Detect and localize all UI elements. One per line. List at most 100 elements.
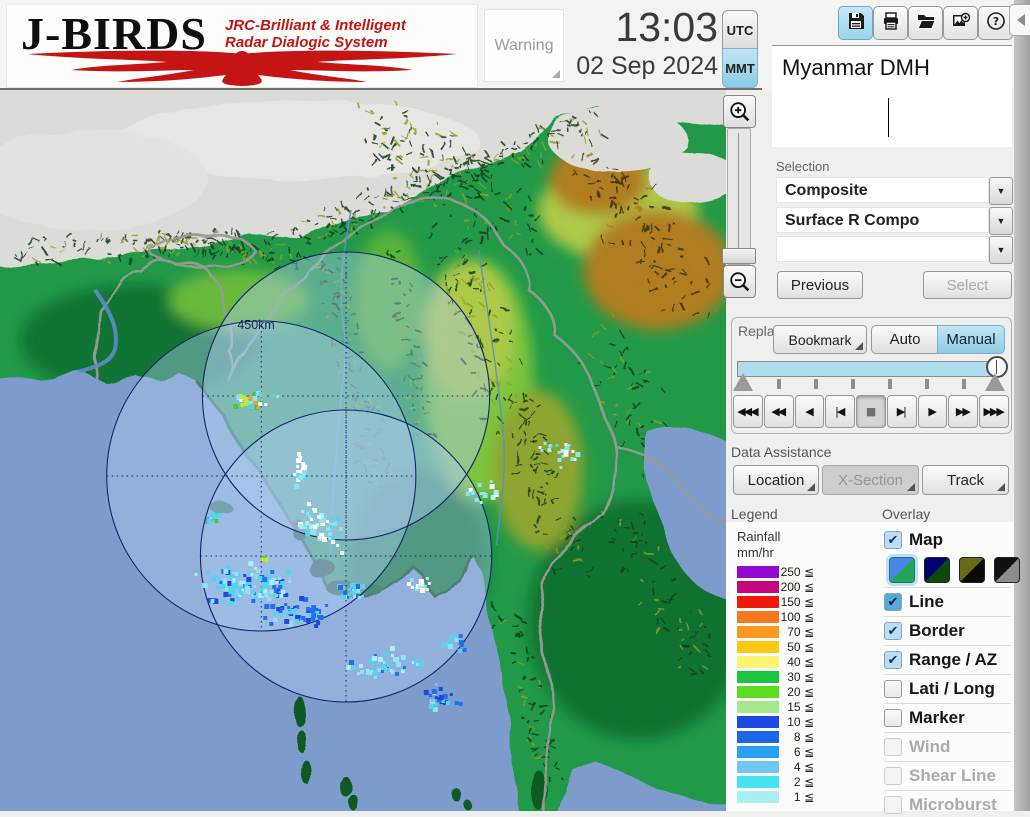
slider-tick (814, 379, 818, 389)
overlay-item-label: Lati / Long (909, 679, 995, 699)
dropdown-extra[interactable] (776, 236, 989, 262)
checkbox-border[interactable]: ✔ (884, 622, 902, 640)
overlay-row-line: ✔Line (884, 590, 1012, 614)
forward-triple-button[interactable]: ▶▶▶ (979, 395, 1009, 428)
checkbox-wind (884, 738, 902, 756)
legend-value: 50 ≦ (770, 640, 814, 654)
slider-tick (777, 379, 781, 389)
map-style-navy-darkgreen-swatch[interactable] (924, 557, 950, 583)
legend-value: 8 ≦ (770, 730, 814, 744)
checkbox-map[interactable]: ✔ (884, 531, 902, 549)
play-reverse-button[interactable]: ◀ (795, 395, 825, 428)
checkbox-microburst (884, 796, 902, 814)
map-zoom-out-button[interactable] (723, 265, 756, 298)
legend-value: 200 ≦ (770, 580, 814, 594)
slider-tick (851, 379, 855, 389)
checkbox-line[interactable]: ✔ (884, 593, 902, 611)
open-folder-icon (916, 11, 936, 36)
chevron-left-icon (1017, 14, 1025, 26)
slider-tick (888, 379, 892, 389)
add-image-button[interactable] (943, 6, 978, 40)
transport-controls: ◀◀◀◀◀◀|◀■▶|▶▶▶▶▶▶ (733, 395, 1009, 428)
eagle-logo-icon (19, 49, 465, 87)
panel-collapse-tab[interactable] (1009, 4, 1030, 36)
help-button[interactable]: ? (978, 6, 1013, 40)
print-button[interactable] (873, 6, 908, 40)
overlay-separator (884, 616, 1011, 617)
map-zoom-slider-thumb[interactable] (722, 248, 756, 264)
legend-label: Legend (731, 506, 778, 522)
save-icon (846, 11, 866, 36)
checkbox-shear-line (884, 767, 902, 785)
replay-slider-track[interactable] (737, 361, 1003, 377)
clock-date: 02 Sep 2024 (548, 52, 718, 81)
map-style-blue-green-swatch[interactable] (889, 557, 915, 583)
legend-value: 250 ≦ (770, 565, 814, 579)
legend-value: 40 ≦ (770, 655, 814, 669)
overlay-item-label: Wind (909, 737, 950, 757)
save-button[interactable] (838, 6, 873, 40)
legend-value: 20 ≦ (770, 685, 814, 699)
dropdown-category[interactable]: Composite (776, 177, 989, 203)
legend-units: mm/hr (737, 545, 774, 560)
overlay-label: Overlay (882, 506, 930, 522)
overlay-separator (884, 645, 1011, 646)
replay-range-start-marker[interactable] (733, 373, 753, 391)
add-image-icon (951, 11, 971, 36)
legend-value: 100 ≦ (770, 610, 814, 624)
map-zoom-in-button[interactable] (723, 95, 756, 128)
step-forward-button[interactable]: ▶| (887, 395, 917, 428)
legend-value: 10 ≦ (770, 715, 814, 729)
overlay-item-label: Map (909, 530, 943, 550)
play-button[interactable]: ▶ (918, 395, 948, 428)
jbirds-app: { "header": { "logo": {"title":"J-BIRDS"… (0, 0, 1030, 811)
overlay-separator (884, 703, 1011, 704)
bookmark-button[interactable]: Bookmark (773, 325, 867, 354)
map-zoom-slider-track[interactable] (727, 128, 751, 265)
step-back-button[interactable]: |◀ (825, 395, 855, 428)
checkbox-range-az[interactable]: ✔ (884, 651, 902, 669)
rewind-triple-button[interactable]: ◀◀◀ (733, 395, 763, 428)
timezone-mmt-button[interactable]: MMT (722, 48, 758, 88)
da-track-button[interactable]: Track (922, 465, 1009, 495)
legend-value: 30 ≦ (770, 670, 814, 684)
checkbox-check-icon: ✔ (888, 595, 899, 610)
slider-tick (925, 379, 929, 389)
replay-range-end-marker[interactable] (985, 373, 1005, 391)
map-style-black-gray-swatch[interactable] (994, 557, 1020, 583)
legend-value: 6 ≦ (770, 745, 814, 759)
checkbox-lati-long[interactable] (884, 680, 902, 698)
timezone-utc-button[interactable]: UTC (722, 10, 758, 50)
map-style-olive-black-swatch[interactable] (959, 557, 985, 583)
overlay-row-shear-line: Shear Line (884, 764, 1012, 788)
forward-double-button[interactable]: ▶▶ (948, 395, 978, 428)
dropdown-product[interactable]: Surface R Compo (776, 207, 989, 233)
da-location-button[interactable]: Location (733, 465, 819, 495)
svg-text:?: ? (992, 14, 998, 27)
checkbox-marker[interactable] (884, 709, 902, 727)
data-assistance-label: Data Assistance (731, 444, 831, 460)
manual-mode-button[interactable]: Manual (937, 325, 1005, 354)
legend-title: Rainfall (737, 529, 780, 544)
dropdown-extra-arrow-icon[interactable]: ▼ (989, 236, 1013, 264)
legend-value: 70 ≦ (770, 625, 814, 639)
text-cursor (888, 98, 889, 137)
app-subtitle: JRC-Brilliant & Intelligent Radar Dialog… (225, 17, 406, 51)
overlay-separator (884, 674, 1011, 675)
auto-mode-button[interactable]: Auto (871, 325, 939, 354)
print-icon (881, 11, 901, 36)
legend-value: 150 ≦ (770, 595, 814, 609)
stop-button[interactable]: ■ (856, 395, 886, 428)
open-folder-button[interactable] (908, 6, 943, 40)
dropdown-category-arrow-icon[interactable]: ▼ (989, 177, 1013, 205)
logo: J-BIRDS JRC-Brilliant & Intelligent Rada… (6, 4, 478, 88)
clock-time: 13:03 (560, 4, 718, 51)
previous-button[interactable]: Previous (777, 271, 863, 299)
dropdown-product-arrow-icon[interactable]: ▼ (989, 207, 1013, 235)
radar-map[interactable]: 450km (0, 90, 726, 811)
rewind-double-button[interactable]: ◀◀ (764, 395, 794, 428)
selection-label: Selection (776, 159, 829, 174)
legend-value: 4 ≦ (770, 760, 814, 774)
panel-resize-strip[interactable] (1014, 0, 1030, 811)
station-name: Myanmar DMH (782, 55, 930, 81)
